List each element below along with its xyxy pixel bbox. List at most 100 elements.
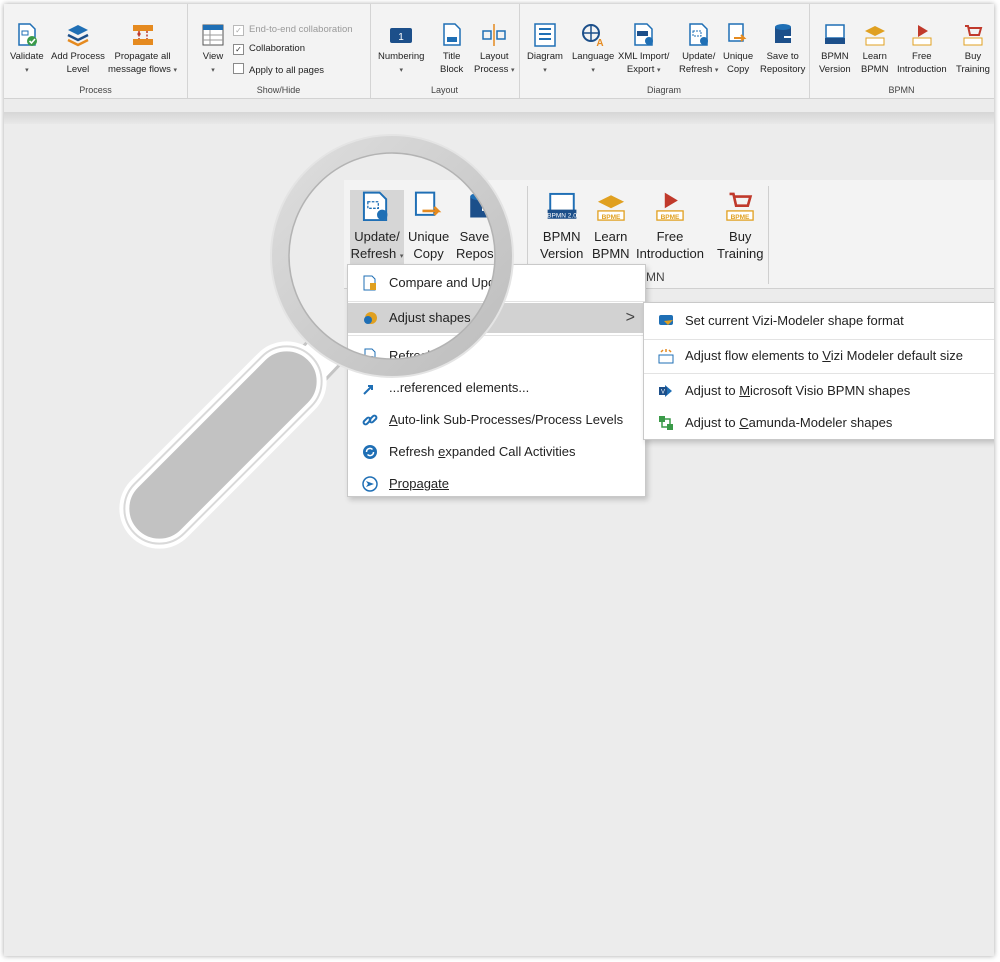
bpme-text: BPME <box>731 214 750 221</box>
camunda-accel: C <box>739 415 749 430</box>
xml-icon <box>633 23 653 46</box>
save-to-repository-button[interactable]: Save to Repository <box>760 22 805 76</box>
zoom-update-refresh-button[interactable]: Update/ Refresh ▾ <box>350 190 404 264</box>
language-button[interactable]: A Language ▾ <box>572 22 614 77</box>
zoom-buy-label-1: Buy <box>729 229 752 244</box>
free-introduction-button[interactable]: Free Introduction <box>897 22 947 76</box>
repository-icon <box>774 24 792 43</box>
e2e-collaboration-checkbox[interactable]: ✓ End-to-end collaboration <box>233 24 353 36</box>
update-refresh-button[interactable]: Update/ Refresh ▾ <box>679 22 718 77</box>
validate-button[interactable]: Validate ▾ <box>10 22 44 77</box>
collaboration-checkbox[interactable]: ✓ Collaboration <box>233 43 305 55</box>
xml-label-2: Export <box>626 64 655 75</box>
graduation-cap-icon: BPME <box>597 195 625 221</box>
zoom-buy-training-button[interactable]: BPME Buy Training <box>717 190 763 262</box>
menu-item-referenced-elements[interactable]: ...referenced elements... <box>348 373 645 403</box>
xml-caret: ▾ <box>656 67 661 74</box>
submenu-arrow-icon: > <box>625 309 635 326</box>
update-refresh-menu: Compare and Upda Adjust shapes... > Refr… <box>347 264 646 497</box>
zoom-learn-bpmn-button[interactable]: BPME Learn BPMN <box>592 190 630 262</box>
numbering-button[interactable]: 1 Numbering ▾ <box>378 22 424 77</box>
menu-item-compare-update[interactable]: Compare and Upda <box>348 268 645 298</box>
submenu-item-adjust-flow[interactable]: Adjust flow elements to Vizi Modeler def… <box>644 341 994 371</box>
compare-label: Compare and Upda <box>389 275 503 290</box>
refresh-exp-label: Refresh expanded Call Activities <box>389 437 575 467</box>
title-block-icon <box>442 23 461 46</box>
layout-label-2: Process <box>474 64 509 75</box>
camunda-2: amunda-Modeler shapes <box>748 415 893 430</box>
ribbon: Validate ▾ Add Process Level Propagate a… <box>4 4 994 99</box>
free-label-1: Free <box>912 51 932 62</box>
svg-text:A: A <box>597 38 604 48</box>
play-icon <box>912 25 932 46</box>
repository-icon <box>469 192 494 218</box>
set-format-label: Set current Vizi-Modeler shape format <box>685 313 904 328</box>
e2e-label: End-to-end collaboration <box>249 24 353 35</box>
zoom-unique-copy-button[interactable]: Unique Copy <box>408 190 449 262</box>
diagram-button[interactable]: Diagram ▾ <box>527 22 563 77</box>
xml-import-export-button[interactable]: XML Import/ Export ▾ <box>618 22 669 77</box>
zoom-free-introduction-button[interactable]: BPME Free Introduction <box>636 190 704 262</box>
view-icon <box>202 24 224 46</box>
menu-item-adjust-shapes[interactable]: Adjust shapes... > <box>348 303 645 333</box>
zoom-save-label-1: Save to <box>459 229 504 244</box>
view-button[interactable]: View ▾ <box>201 22 225 77</box>
apply-all-pages-checkbox[interactable]: Apply to all pages <box>233 63 324 76</box>
bpmn-version-button[interactable]: BPMN Version <box>819 22 851 76</box>
menu-separator <box>644 373 994 374</box>
update-label-2: Refresh <box>679 64 713 75</box>
group-diagram: Diagram ▾ A Language ▾ XML Import/ Expor… <box>519 4 810 98</box>
refresh-doc-icon <box>364 348 376 364</box>
numbering-label: Numbering <box>378 51 425 62</box>
autolink-rest: uto-link Sub-Processes/Process Levels <box>397 412 624 427</box>
compare-icon <box>363 275 376 291</box>
layout-caret: ▾ <box>510 67 515 74</box>
zoom-learn-label-2: BPMN <box>592 246 630 261</box>
add-process-level-button[interactable]: Add Process Level <box>51 22 105 76</box>
update-caret: ▾ <box>714 67 719 74</box>
title-label-1: Title <box>442 51 461 62</box>
group-label-showhide: Show/Hide <box>256 85 301 95</box>
camunda-label: Adjust to Camunda-Modeler shapes <box>685 408 892 438</box>
cart-icon <box>963 25 983 46</box>
camunda-1: Adjust to <box>685 415 740 430</box>
referenced-label: ...referenced elements... <box>389 380 530 395</box>
menu-item-propagate[interactable]: Propagate <box>348 469 645 499</box>
zoom-bpmn-version-button[interactable]: BPMN 2.0 BPMN Version <box>540 190 583 262</box>
checkbox-box <box>233 63 244 74</box>
submenu-item-set-format[interactable]: Set current Vizi-Modeler shape format <box>644 306 994 336</box>
propagate-icon <box>362 476 378 492</box>
title-block-button[interactable]: Title Block <box>440 22 463 76</box>
refresh-exp-1: Refresh <box>389 444 439 459</box>
add-process-label-2: Level <box>66 64 90 75</box>
zoom-learn-label-1: Learn <box>594 229 628 244</box>
unique-copy-icon <box>728 23 747 42</box>
group-layout: 1 Numbering ▾ Title Block Layout Process… <box>370 4 520 98</box>
menu-item-auto-link[interactable]: Auto-link Sub-Processes/Process Levels <box>348 405 645 435</box>
propagate-message-flows-button[interactable]: Propagate all message flows ▾ <box>108 22 177 77</box>
adjust-shapes-icon <box>364 312 377 324</box>
message-flow-icon <box>132 25 153 45</box>
buy-label-2: Training <box>956 64 990 75</box>
app-window: Validate ▾ Add Process Level Propagate a… <box>4 4 994 956</box>
zoom-save-repository-button[interactable]: Save to Reposito <box>456 190 507 262</box>
visio-icon: V <box>659 385 672 397</box>
submenu-item-visio[interactable]: V Adjust to Microsoft Visio BPMN shapes <box>644 376 994 406</box>
layout-label-1: Layout <box>479 51 509 62</box>
visio-2: icrosoft Visio BPMN shapes <box>750 383 911 398</box>
layout-process-button[interactable]: Layout Process ▾ <box>474 22 514 77</box>
buy-training-button[interactable]: Buy Training <box>956 22 990 76</box>
zoom-free-label-1: Free <box>656 229 684 244</box>
menu-item-refresh-diagram[interactable]: Refresh Di <box>348 341 645 371</box>
numbering-caret: ▾ <box>399 67 403 74</box>
adjust-flow-accel: V <box>822 348 831 363</box>
layout-icon <box>482 24 506 46</box>
learn-bpmn-button[interactable]: Learn BPMN <box>861 22 888 76</box>
bpmn20-text: BPMN 2.0 <box>547 212 577 219</box>
submenu-item-camunda[interactable]: Adjust to Camunda-Modeler shapes <box>644 408 994 438</box>
separator <box>768 186 769 284</box>
svg-text:1: 1 <box>398 32 404 43</box>
menu-item-refresh-call-activities[interactable]: Refresh expanded Call Activities <box>348 437 645 467</box>
update-refresh-icon <box>688 23 708 46</box>
unique-copy-button[interactable]: Unique Copy <box>723 22 753 76</box>
